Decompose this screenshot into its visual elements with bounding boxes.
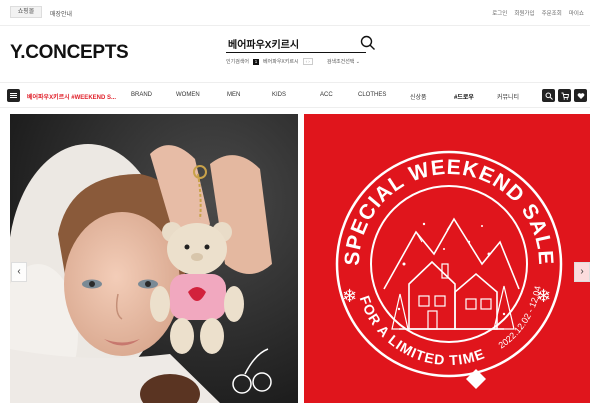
search-input[interactable] bbox=[226, 35, 366, 53]
login-link[interactable]: 로그인 bbox=[492, 9, 507, 17]
popular-search: 인기검색어 1 베어파우X키르시 ‹ › 검색조건선택 ⌄ bbox=[226, 58, 360, 65]
cart-icon[interactable] bbox=[558, 89, 571, 102]
popular-label: 인기검색어 bbox=[226, 59, 250, 65]
nav-icon-group bbox=[542, 89, 587, 102]
banner-weekend-sale[interactable]: ❄ ❄ SPECIAL WEEKEND SALE FOR A LIMITED T… bbox=[304, 114, 590, 403]
site-logo[interactable]: Y.CONCEPTS bbox=[10, 42, 129, 64]
nav-item-acc[interactable]: ACC bbox=[320, 92, 333, 98]
popular-term[interactable]: 베어파우X키르시 bbox=[263, 58, 299, 65]
popular-rank: 1 bbox=[253, 58, 260, 65]
utility-links: 로그인 회원가입 주문조회 마이쇼 bbox=[492, 9, 584, 17]
nav-item-men[interactable]: MEN bbox=[227, 92, 240, 98]
utility-bar: 쇼핑몰 매장안내 로그인 회원가입 주문조회 마이쇼 bbox=[0, 0, 590, 26]
banner-bearpaw-kirsh[interactable] bbox=[10, 114, 298, 403]
chevron-right-icon[interactable]: › bbox=[574, 262, 590, 282]
nav-item-draw[interactable]: #드로우 bbox=[454, 92, 474, 101]
nav-item-clothes[interactable]: CLOTHES bbox=[358, 92, 386, 98]
mypage-link[interactable]: 마이쇼 bbox=[569, 9, 584, 17]
tab-store-info[interactable]: 매장안내 bbox=[50, 9, 72, 18]
search-bar bbox=[226, 35, 378, 53]
order-lookup-link[interactable]: 주문조회 bbox=[542, 9, 562, 17]
popular-pager[interactable]: ‹ › bbox=[302, 58, 313, 65]
nav-item-highlight[interactable]: 베어파우X키르시 #WEEKEND S... bbox=[27, 92, 116, 101]
search-icon[interactable] bbox=[542, 89, 555, 102]
tab-shop[interactable]: 쇼핑몰 bbox=[10, 6, 42, 18]
nav-item-brand[interactable]: BRAND bbox=[131, 92, 152, 98]
snowflake-icon: ❄ bbox=[342, 286, 357, 307]
heart-icon[interactable] bbox=[574, 89, 587, 102]
nav-item-women[interactable]: WOMEN bbox=[176, 92, 200, 98]
chevron-left-icon[interactable]: ‹ bbox=[11, 262, 27, 282]
search-filter-select[interactable]: 검색조건선택 ⌄ bbox=[327, 58, 360, 65]
banner-photo bbox=[10, 114, 298, 403]
sale-badge-art: ❄ ❄ SPECIAL WEEKEND SALE FOR A LIMITED T… bbox=[335, 150, 563, 389]
signup-link[interactable]: 회원가입 bbox=[514, 9, 534, 17]
sale-tagline: FOR A LIMITED TIME bbox=[357, 294, 487, 369]
search-icon[interactable] bbox=[360, 35, 376, 51]
main-nav: 베어파우X키르시 #WEEKEND S... BRAND WOMEN MEN K… bbox=[0, 82, 590, 108]
nav-item-kids[interactable]: KIDS bbox=[272, 92, 286, 98]
menu-icon[interactable] bbox=[7, 89, 20, 102]
nav-item-community[interactable]: 커뮤니티 bbox=[497, 92, 519, 101]
nav-item-new[interactable]: 신상품 bbox=[410, 92, 427, 101]
